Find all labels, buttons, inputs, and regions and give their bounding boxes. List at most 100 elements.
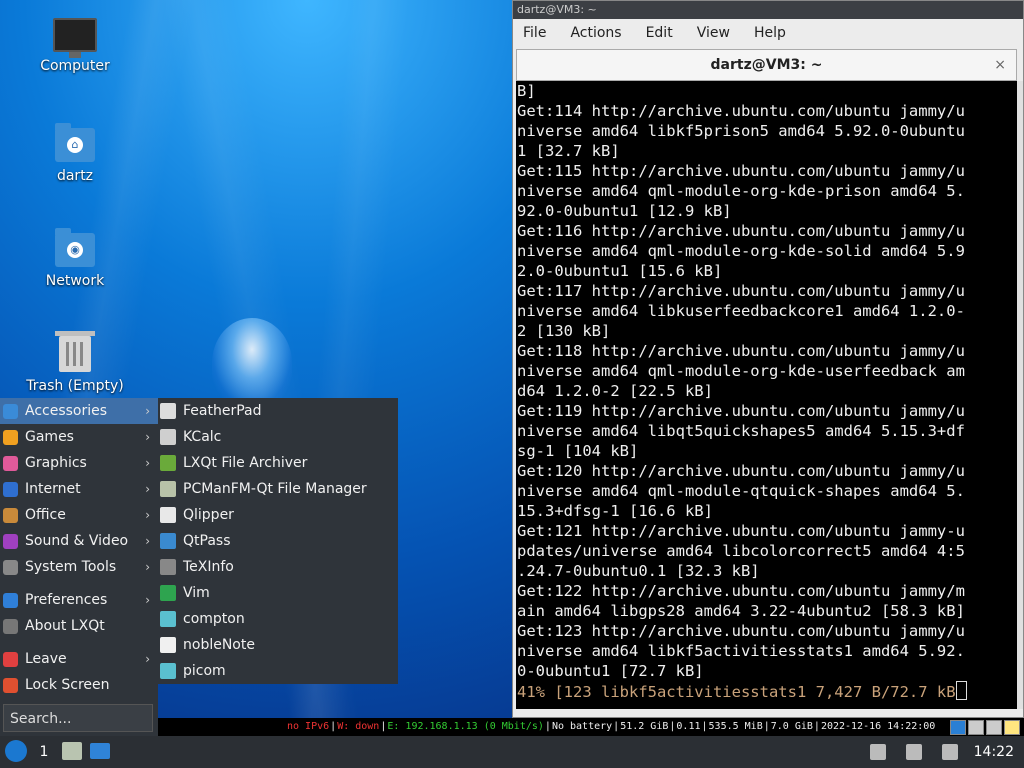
- desktop-icon-label: Trash (Empty): [26, 378, 124, 394]
- compton-icon: [160, 611, 176, 627]
- terminal-line: niverse amd64 qml-module-org-kde-prison …: [517, 182, 965, 200]
- terminal-line: sg-1 [104 kB]: [517, 442, 639, 460]
- submenu-item-label: KCalc: [183, 429, 222, 445]
- desktop-icon-home[interactable]: ⌂ dartz: [20, 123, 130, 184]
- desktop-icon-label: Computer: [40, 58, 110, 74]
- accessories-icon: [3, 404, 18, 419]
- menu-item-games[interactable]: Games ›: [0, 424, 158, 450]
- terminal-line: Get:118 http://archive.ubuntu.com/ubuntu…: [517, 342, 965, 360]
- chevron-right-icon: ›: [145, 652, 150, 666]
- taskbar: 1 14:22: [0, 736, 1024, 768]
- menu-item-accessories[interactable]: Accessories ›: [0, 398, 158, 424]
- start-menu-button[interactable]: [5, 740, 27, 762]
- chevron-right-icon: ›: [145, 593, 150, 607]
- terminal-line: niverse amd64 libqt5quickshapes5 amd64 5…: [517, 422, 965, 440]
- close-tab-icon[interactable]: ×: [994, 50, 1006, 80]
- submenu-item-qlipper[interactable]: Qlipper: [158, 502, 398, 528]
- terminal-window[interactable]: dartz@VM3: ~ File Actions Edit View Help…: [512, 0, 1024, 718]
- terminal-line: Get:119 http://archive.ubuntu.com/ubuntu…: [517, 402, 965, 420]
- terminal-line: Get:122 http://archive.ubuntu.com/ubuntu…: [517, 582, 965, 600]
- file-manager-launcher-icon[interactable]: [62, 742, 82, 760]
- menu-actions[interactable]: Actions: [570, 25, 621, 41]
- menu-item-office[interactable]: Office ›: [0, 502, 158, 528]
- desktop-icon-network[interactable]: ◉ Network: [20, 228, 130, 289]
- terminal-line: Get:121 http://archive.ubuntu.com/ubuntu…: [517, 522, 965, 540]
- trash-icon: [55, 331, 95, 372]
- submenu-item-pcmanfm-qt-file-manager[interactable]: PCManFM-Qt File Manager: [158, 476, 398, 502]
- submenu-item-texinfo[interactable]: TeXInfo: [158, 554, 398, 580]
- menu-item-lock-screen[interactable]: Lock Screen: [0, 672, 158, 698]
- desktop-icon-label: Network: [45, 273, 105, 289]
- menu-view[interactable]: View: [697, 25, 730, 41]
- ethernet-status: E: 192.168.1.13 (0 Mbit/s): [387, 721, 544, 732]
- workspace-switcher[interactable]: 1: [36, 736, 52, 768]
- desktop-icon-trash[interactable]: Trash (Empty): [20, 331, 130, 394]
- menu-separator: [0, 639, 158, 646]
- disk2-status: 7.0 GiB: [770, 721, 813, 732]
- menu-item-preferences[interactable]: Preferences ›: [0, 587, 158, 613]
- start-menu: Accessories › Games › Graphics › Internet › Offi…: [0, 398, 158, 738]
- menu-edit[interactable]: Edit: [646, 25, 673, 41]
- terminal-tab[interactable]: dartz@VM3: ~ ×: [516, 49, 1017, 81]
- text-cursor: [955, 681, 967, 700]
- terminal-line: B]: [517, 82, 536, 100]
- terminal-line: niverse amd64 qml-module-org-kde-userfee…: [517, 362, 965, 380]
- terminal-line: 15.3+dfsg-1 [16.6 kB]: [517, 502, 713, 520]
- menu-item-internet[interactable]: Internet ›: [0, 476, 158, 502]
- archiver-icon: [160, 455, 176, 471]
- menu-separator: [0, 580, 158, 587]
- menu-search-input[interactable]: Search...: [3, 704, 153, 732]
- submenu-item-picom[interactable]: picom: [158, 658, 398, 684]
- network-status-icon[interactable]: [941, 744, 958, 760]
- show-desktop-icon[interactable]: [950, 720, 966, 735]
- submenu-item-featherpad[interactable]: FeatherPad: [158, 398, 398, 424]
- desktop-launcher-icon[interactable]: [90, 743, 110, 759]
- taskbar-clock[interactable]: 14:22: [974, 744, 1014, 760]
- submenu-item-vim[interactable]: Vim: [158, 580, 398, 606]
- menu-item-about-lxqt[interactable]: About LXQt: [0, 613, 158, 639]
- leave-icon: [3, 652, 18, 667]
- chevron-right-icon: ›: [145, 534, 150, 548]
- submenu-item-label: Vim: [183, 585, 210, 601]
- terminal-line: Get:116 http://archive.ubuntu.com/ubuntu…: [517, 222, 965, 240]
- kcalc-icon: [160, 429, 176, 445]
- picom-icon: [160, 663, 176, 679]
- system-status-bar: no IPv6|W: down|E: 192.168.1.13 (0 Mbit/…: [158, 718, 1024, 736]
- wifi-status: W: down: [337, 721, 380, 732]
- chevron-right-icon: ›: [145, 404, 150, 418]
- menu-item-label: Office: [25, 507, 66, 523]
- submenu-item-noblenote[interactable]: nobleNote: [158, 632, 398, 658]
- terminal-line: niverse amd64 qml-module-org-kde-solid a…: [517, 242, 965, 260]
- vim-icon: [160, 585, 176, 601]
- terminal-output[interactable]: B] Get:114 http://archive.ubuntu.com/ubun…: [516, 81, 1017, 709]
- window-icon[interactable]: [968, 720, 984, 735]
- system-tools-icon: [3, 560, 18, 575]
- menu-item-sound-video[interactable]: Sound & Video ›: [0, 528, 158, 554]
- menu-item-leave[interactable]: Leave ›: [0, 646, 158, 672]
- sound-video-icon: [3, 534, 18, 549]
- submenu-item-label: TeXInfo: [183, 559, 234, 575]
- eject-icon[interactable]: [869, 744, 886, 760]
- memory-status: 535.5 MiB: [708, 721, 763, 732]
- menu-file[interactable]: File: [523, 25, 546, 41]
- desktop-icon-computer[interactable]: Computer: [20, 18, 130, 74]
- menu-item-system-tools[interactable]: System Tools ›: [0, 554, 158, 580]
- submenu-item-compton[interactable]: compton: [158, 606, 398, 632]
- menu-help[interactable]: Help: [754, 25, 786, 41]
- menu-item-label: Sound & Video: [25, 533, 129, 549]
- terminal-line: niverse amd64 libkf5prison5 amd64 5.92.0…: [517, 122, 965, 140]
- menu-item-label: Lock Screen: [25, 677, 110, 693]
- note-icon[interactable]: [1004, 720, 1020, 735]
- terminal-line: Get:120 http://archive.ubuntu.com/ubuntu…: [517, 462, 965, 480]
- window-icon[interactable]: [986, 720, 1002, 735]
- menu-item-graphics[interactable]: Graphics ›: [0, 450, 158, 476]
- submenu-item-lxqt-file-archiver[interactable]: LXQt File Archiver: [158, 450, 398, 476]
- volume-icon[interactable]: [905, 744, 922, 760]
- terminal-line: niverse amd64 libkuserfeedbackcore1 amd6…: [517, 302, 965, 320]
- submenu-item-label: PCManFM-Qt File Manager: [183, 481, 367, 497]
- submenu-item-kcalc[interactable]: KCalc: [158, 424, 398, 450]
- notebook-icon: [160, 637, 176, 653]
- graphics-icon: [3, 456, 18, 471]
- submenu-item-qtpass[interactable]: QtPass: [158, 528, 398, 554]
- terminal-scrollbar[interactable]: [1017, 81, 1023, 709]
